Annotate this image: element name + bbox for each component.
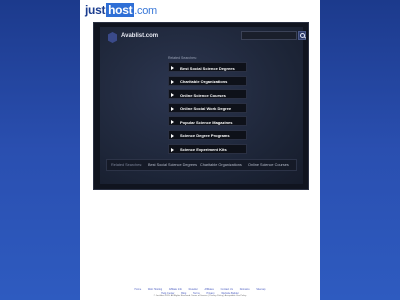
related-link[interactable]: Science Experiment Kits [168, 143, 247, 154]
logo-text-host: host [106, 3, 135, 17]
footer-link[interactable]: Contact Us [221, 288, 233, 291]
related-link[interactable]: Popular Science Magazines [168, 116, 247, 127]
related-searches-label: Related Searches: [168, 56, 197, 60]
footer-link[interactable]: Reseller [189, 288, 198, 291]
logo-text-suffix: .com [134, 5, 157, 17]
related-link[interactable]: Online Science Courses [168, 89, 247, 100]
footer-link[interactable]: Domains [240, 288, 250, 291]
related-links-list: Best Social Science Degrees Charitable O… [168, 62, 247, 157]
search-button[interactable] [298, 31, 307, 40]
page-container: just host .com Avablist.com Related Search… [80, 0, 320, 300]
footer-link[interactable]: Affiliates [205, 288, 214, 291]
related-link-label: Best Social Science Degrees [180, 65, 235, 71]
footer-link[interactable]: Affiliate Info [169, 288, 182, 291]
related-link-label: Online Social Work Degree [180, 106, 232, 112]
related-link-label: Science Degree Programs [180, 133, 230, 139]
arrow-right-icon [171, 106, 174, 111]
related-link-label: Popular Science Magazines [180, 119, 233, 125]
arrow-right-icon [171, 147, 174, 152]
related-link[interactable]: Online Social Work Degree [168, 102, 247, 113]
bottom-bar-link[interactable]: Best Social Science Degrees [148, 163, 197, 167]
site-title: Avablist.com [121, 33, 159, 39]
related-link-label: Online Science Courses [180, 92, 226, 98]
related-link-label: Science Experiment Kits [180, 147, 227, 153]
bottom-bar-link[interactable]: Online Science Courses [248, 163, 289, 167]
arrow-right-icon [171, 120, 174, 125]
bottom-bar-link[interactable]: Charitable Organizations [200, 163, 242, 167]
arrow-right-icon [171, 133, 174, 138]
bottom-bar-label: Related Searches: [111, 163, 143, 167]
bottom-related-bar: Related Searches: Best Social Science De… [106, 159, 297, 171]
search-input[interactable] [241, 31, 297, 40]
related-link[interactable]: Charitable Organizations [168, 75, 247, 86]
footer-link[interactable]: Sitemap [256, 288, 265, 291]
justhost-logo[interactable]: just host .com [85, 3, 157, 17]
logo-text-just: just [85, 3, 106, 17]
related-link[interactable]: Best Social Science Degrees [168, 62, 247, 72]
footer-link[interactable]: Web Hosting [148, 288, 162, 291]
arrow-right-icon [171, 66, 174, 70]
site-icon [108, 32, 117, 43]
parked-domain-panel: Avablist.com Related Searches: Best Soci… [93, 22, 309, 190]
footer-link[interactable]: Home [135, 288, 142, 291]
related-link[interactable]: Science Degree Programs [168, 129, 247, 140]
related-link-label: Charitable Organizations [180, 79, 228, 85]
panel-inner: Avablist.com Related Searches: Best Soci… [100, 27, 307, 184]
footer-copyright: © JustHost 2015. All Rights Reserved. Te… [153, 295, 247, 297]
arrow-right-icon [171, 79, 174, 84]
top-bar: just host .com [80, 0, 320, 20]
arrow-right-icon [171, 93, 174, 98]
